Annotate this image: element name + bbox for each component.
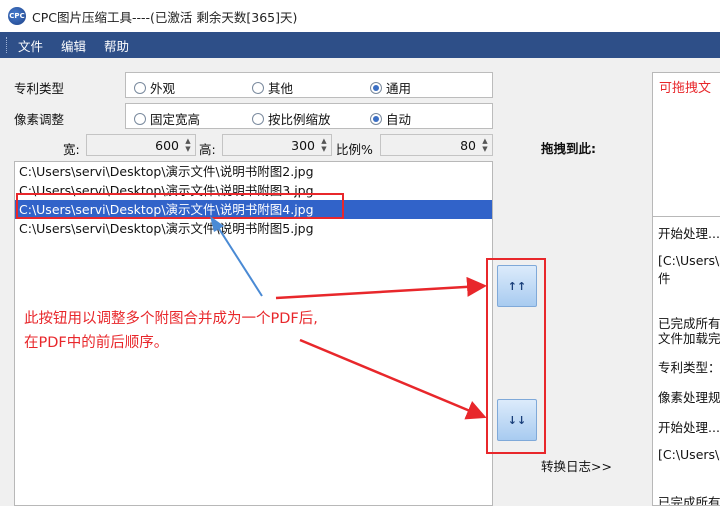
log-line: 已完成所有 [658, 495, 720, 506]
radio-general-circle [370, 81, 382, 94]
log-line: [C:\Users\s [658, 253, 720, 268]
log-label: 转换日志>> [541, 459, 612, 474]
log-line: 开始处理... [658, 420, 720, 435]
radio-fixed-size-circle [134, 112, 146, 125]
radio-other-circle [252, 81, 264, 94]
radio-auto-circle [370, 112, 382, 125]
move-up-button[interactable]: ↑↑ [497, 265, 537, 307]
height-spin-icon[interactable]: ▲ ▼ [319, 137, 329, 153]
drop-label: 拖拽到此: [541, 141, 596, 156]
menu-edit[interactable]: 编辑 [59, 34, 88, 57]
radio-proportional-label: 按比例缩放 [268, 112, 331, 127]
radio-proportional[interactable]: 按比例缩放 [252, 109, 331, 128]
width-spin-icon[interactable]: ▲ ▼ [183, 137, 193, 153]
menu-file[interactable]: 文件 [16, 34, 45, 57]
window-title: CPC图片压缩工具----(已激活 剩余天数[365]天) [32, 9, 298, 25]
log-line: 像素处理规 [658, 390, 720, 405]
ratio-label: 比例% [336, 142, 373, 157]
log-line: 专利类型： [658, 360, 720, 375]
height-value: 300 [291, 137, 315, 153]
radio-proportional-circle [252, 112, 264, 125]
main-content: 专利类型 外观 其他 通用 像素调整 固定宽高 按比例缩放 自动 宽: 600 … [0, 58, 720, 506]
title-bar: CPC CPC图片压缩工具----(已激活 剩余天数[365]天) [0, 0, 720, 32]
radio-general-label: 通用 [386, 81, 412, 96]
radio-appearance-label: 外观 [150, 81, 176, 96]
ratio-spin-icon[interactable]: ▲ ▼ [480, 137, 490, 153]
radio-general[interactable]: 通用 [370, 78, 411, 97]
radio-other-label: 其他 [268, 81, 294, 96]
radio-appearance[interactable]: 外观 [134, 78, 175, 97]
radio-auto[interactable]: 自动 [370, 109, 411, 128]
log-line: [C:\Users\s [658, 447, 720, 462]
width-value: 600 [155, 137, 179, 153]
file-row[interactable]: C:\Users\servi\Desktop\演示文件\说明书附图2.jpg [15, 162, 492, 181]
menu-bar: 文件 编辑 帮助 [0, 32, 720, 58]
app-logo-icon: CPC [8, 7, 26, 25]
height-input[interactable]: 300 ▲ ▼ [222, 134, 332, 156]
radio-other[interactable]: 其他 [252, 78, 293, 97]
move-down-button[interactable]: ↓↓ [497, 399, 537, 441]
height-label: 高: [199, 142, 216, 157]
pixel-adjust-group: 固定宽高 按比例缩放 自动 [125, 103, 493, 129]
log-line: 件 [658, 271, 671, 286]
width-label: 宽: [63, 142, 80, 157]
patent-type-label: 专利类型 [14, 81, 65, 96]
pixel-adjust-label: 像素调整 [14, 112, 65, 127]
ratio-value: 80 [460, 137, 476, 153]
log-panel[interactable]: 开始处理... [C:\Users\s 件 已完成所有 文件加载完 专利类型： … [652, 216, 720, 506]
file-row-selected[interactable]: C:\Users\servi\Desktop\演示文件\说明书附图4.jpg [15, 200, 492, 219]
annotation-line-2: 在PDF中的前后顺序。 [24, 335, 169, 351]
width-input[interactable]: 600 ▲ ▼ [86, 134, 196, 156]
radio-fixed-size[interactable]: 固定宽高 [134, 109, 200, 128]
radio-fixed-size-label: 固定宽高 [150, 112, 201, 127]
log-line: 文件加载完 [658, 331, 720, 346]
ratio-input[interactable]: 80 ▲ ▼ [380, 134, 493, 156]
menu-grip-icon [6, 37, 8, 53]
drop-hint-text: 可拖拽文 [659, 81, 712, 96]
radio-auto-label: 自动 [386, 112, 412, 127]
log-line: 开始处理... [658, 226, 720, 241]
annotation-line-1: 此按钮用以调整多个附图合并成为一个PDF后, [24, 311, 318, 327]
file-row[interactable]: C:\Users\servi\Desktop\演示文件\说明书附图3.jpg [15, 181, 492, 200]
patent-type-group: 外观 其他 通用 [125, 72, 493, 98]
menu-help[interactable]: 帮助 [102, 34, 131, 57]
radio-appearance-circle [134, 81, 146, 94]
drop-zone[interactable]: 可拖拽文 [652, 72, 720, 224]
file-row[interactable]: C:\Users\servi\Desktop\演示文件\说明书附图5.jpg [15, 219, 492, 238]
